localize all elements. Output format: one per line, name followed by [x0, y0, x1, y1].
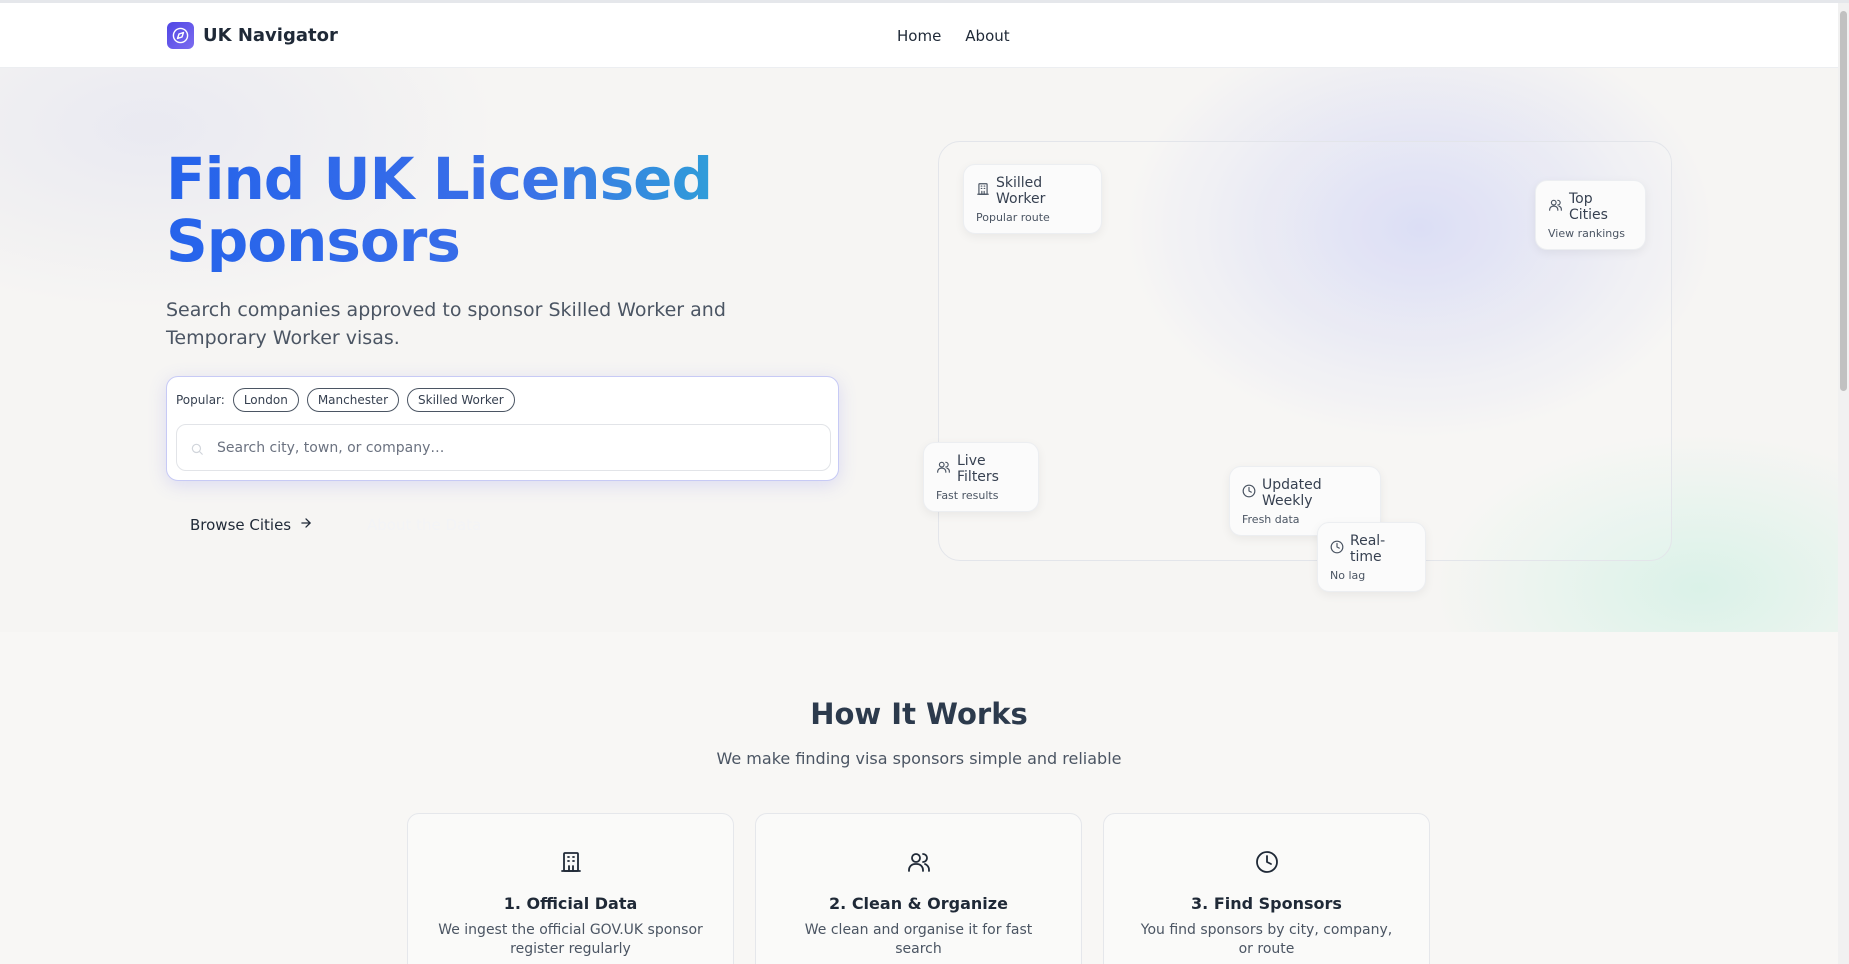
chip-london[interactable]: London: [232, 388, 299, 412]
hero-title: Find UK Licensed Sponsors: [166, 148, 866, 272]
card-title: Live Filters: [957, 453, 999, 485]
card-skilled-worker: Skilled Worker Popular route: [963, 164, 1102, 234]
card-top-cities: Top Cities View rankings: [1535, 180, 1646, 250]
step-description: We clean and organise it for fast search: [804, 922, 1033, 957]
search-icon: [190, 441, 204, 460]
brand[interactable]: UK Navigator: [167, 22, 338, 49]
chip-skilled-worker[interactable]: Skilled Worker: [407, 388, 515, 412]
card-title: Real-time: [1350, 533, 1386, 565]
how-it-works-subtitle: We make finding visa sponsors simple and…: [716, 749, 1122, 768]
scrollbar-thumb[interactable]: [1840, 11, 1847, 391]
users-icon: [756, 850, 1081, 874]
step-description: We ingest the official GOV.UK sponsor re…: [438, 922, 703, 957]
building-icon: [408, 850, 733, 874]
popular-label: Popular:: [176, 393, 225, 407]
step-card-find-sponsors: 3. Find Sponsors You find sponsors by ci…: [1103, 813, 1430, 964]
main-nav: Home About: [897, 27, 1010, 45]
search-field: [176, 424, 831, 471]
card-subtitle: No lag: [1330, 569, 1366, 582]
users-icon: [936, 460, 951, 478]
card-subtitle: View rankings: [1548, 227, 1625, 240]
building-icon: [976, 182, 990, 200]
card-real-time: Real-time No lag: [1317, 522, 1426, 592]
arrow-right-icon: [299, 516, 313, 534]
card-title: Skilled Worker: [996, 175, 1046, 207]
step-title: 3. Find Sponsors: [1191, 894, 1342, 913]
step-description: You find sponsors by city, company, or r…: [1140, 922, 1393, 957]
search-card: Popular: London Manchester Skilled Worke…: [166, 376, 839, 481]
clock-icon: [1330, 540, 1344, 558]
nav-home[interactable]: Home: [897, 27, 941, 45]
brand-name: UK Navigator: [203, 25, 338, 46]
card-live-filters: Live Filters Fast results: [923, 442, 1039, 512]
browse-cities-button[interactable]: Browse Cities: [190, 516, 313, 534]
step-title: 2. Clean & Organize: [829, 894, 1008, 913]
step-title: 1. Official Data: [503, 894, 638, 913]
chip-manchester[interactable]: Manchester: [306, 388, 399, 412]
nav-about[interactable]: About: [965, 27, 1009, 45]
about-data-link[interactable]: About the Data: [367, 516, 481, 534]
popular-searches: Popular: London Manchester Skilled Worke…: [176, 388, 515, 412]
hero-subtitle: Search companies approved to sponsor Ski…: [166, 299, 726, 349]
card-subtitle: Popular route: [976, 211, 1050, 224]
step-card-clean-organize: 2. Clean & Organize We clean and organis…: [755, 813, 1082, 964]
page-scrollbar[interactable]: [1838, 3, 1849, 964]
clock-icon: [1104, 850, 1429, 874]
browse-cities-label: Browse Cities: [190, 516, 292, 534]
compass-icon: [167, 22, 194, 49]
card-subtitle: Fast results: [936, 489, 999, 502]
how-it-works-title: How It Works: [810, 697, 1028, 731]
card-title: Top Cities: [1569, 191, 1608, 223]
users-icon: [1548, 198, 1563, 216]
clock-icon: [1242, 484, 1256, 502]
search-input[interactable]: [217, 439, 817, 456]
card-title: Updated Weekly: [1262, 477, 1322, 509]
step-card-official-data: 1. Official Data We ingest the official …: [407, 813, 734, 964]
site-header: UK Navigator Home About: [0, 3, 1838, 68]
